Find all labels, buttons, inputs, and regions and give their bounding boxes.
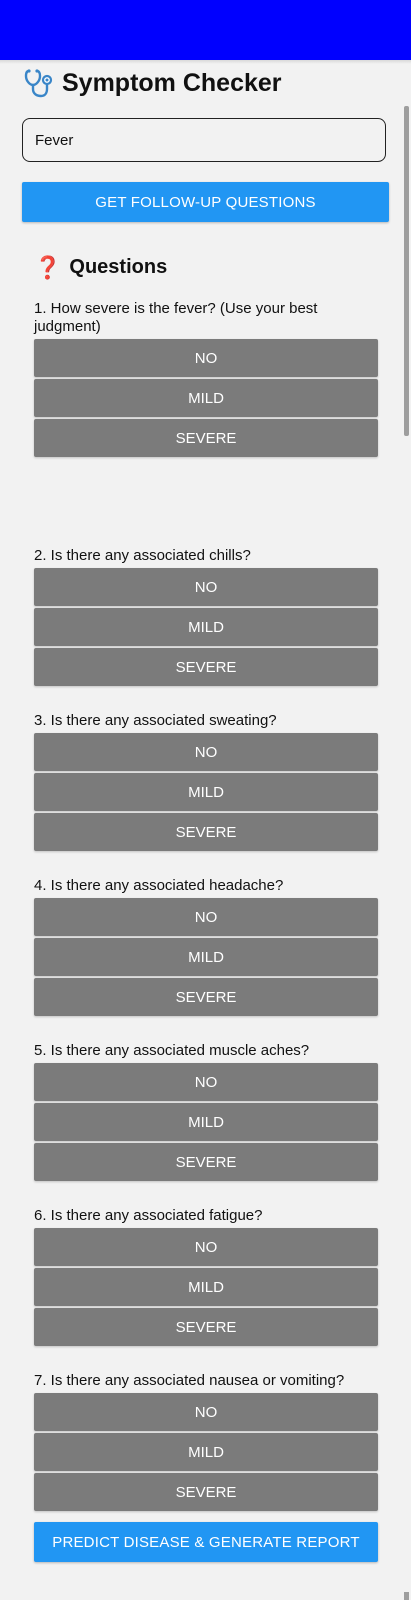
option-severe-button[interactable]: SEVERE: [34, 978, 378, 1016]
page-title: Symptom Checker: [62, 68, 282, 97]
option-mild-button[interactable]: MILD: [34, 1103, 378, 1141]
page-title-row: Symptom Checker: [22, 66, 282, 100]
option-mild-button[interactable]: MILD: [34, 608, 378, 646]
option-label: NO: [194, 1403, 218, 1421]
option-label: NO: [194, 743, 218, 761]
question-block: 5. Is there any associated muscle aches?…: [34, 1042, 378, 1183]
question-text: 3. Is there any associated sweating?: [34, 712, 277, 729]
question-text: 5. Is there any associated muscle aches?: [34, 1042, 310, 1059]
question-block: 3. Is there any associated sweating? NO …: [34, 712, 378, 853]
option-label: MILD: [188, 389, 224, 407]
questions-header: ❓ Questions: [34, 256, 167, 279]
question-block: 6. Is there any associated fatigue? NO M…: [34, 1207, 378, 1348]
option-mild-button[interactable]: MILD: [34, 1433, 378, 1471]
predict-disease-report-label: PREDICT DISEASE & GENERATE REPORT: [52, 1533, 360, 1551]
stethoscope-icon: [24, 69, 53, 98]
question-block: 2. Is there any associated chills? NO MI…: [34, 547, 378, 688]
header-shadow: [0, 60, 411, 64]
option-no-button[interactable]: NO: [34, 1063, 378, 1101]
option-no-button[interactable]: NO: [34, 1393, 378, 1431]
option-severe-button[interactable]: SEVERE: [34, 1143, 378, 1181]
option-label: SEVERE: [175, 988, 237, 1006]
questions-title: Questions: [69, 256, 168, 278]
option-label: NO: [194, 1073, 218, 1091]
option-label: MILD: [188, 783, 224, 801]
option-label: NO: [194, 349, 218, 367]
question-text: 4. Is there any associated headache?: [34, 877, 284, 894]
option-severe-button[interactable]: SEVERE: [34, 1308, 378, 1346]
option-no-button[interactable]: NO: [34, 339, 378, 377]
question-text: 1. How severe is the fever? (Use your be…: [34, 300, 318, 335]
question-text: 2. Is there any associated chills?: [34, 547, 251, 564]
symptom-input[interactable]: [22, 118, 386, 162]
option-label: SEVERE: [175, 658, 237, 676]
question-text: 6. Is there any associated fatigue?: [34, 1207, 263, 1224]
option-label: SEVERE: [175, 429, 237, 447]
predict-disease-report-button[interactable]: PREDICT DISEASE & GENERATE REPORT: [34, 1522, 378, 1562]
option-label: MILD: [188, 618, 224, 636]
option-no-button[interactable]: NO: [34, 1228, 378, 1266]
get-follow-up-questions-label: GET FOLLOW-UP QUESTIONS: [95, 193, 316, 211]
option-label: SEVERE: [175, 823, 237, 841]
option-label: SEVERE: [175, 1153, 237, 1171]
scrollbar-end: [404, 1592, 409, 1600]
option-severe-button[interactable]: SEVERE: [34, 1473, 378, 1511]
option-label: SEVERE: [175, 1483, 237, 1501]
option-label: MILD: [188, 1113, 224, 1131]
question-block: 1. How severe is the fever? (Use your be…: [34, 300, 378, 459]
option-severe-button[interactable]: SEVERE: [34, 648, 378, 686]
option-severe-button[interactable]: SEVERE: [34, 419, 378, 457]
option-label: NO: [194, 908, 218, 926]
option-label: SEVERE: [175, 1318, 237, 1336]
option-no-button[interactable]: NO: [34, 898, 378, 936]
option-label: NO: [194, 578, 218, 596]
option-label: NO: [194, 1238, 218, 1256]
option-label: MILD: [188, 1443, 224, 1461]
option-mild-button[interactable]: MILD: [34, 1268, 378, 1306]
option-severe-button[interactable]: SEVERE: [34, 813, 378, 851]
option-mild-button[interactable]: MILD: [34, 379, 378, 417]
option-no-button[interactable]: NO: [34, 733, 378, 771]
scrollbar-thumb[interactable]: [404, 106, 409, 436]
get-follow-up-questions-button[interactable]: GET FOLLOW-UP QUESTIONS: [22, 182, 389, 222]
option-mild-button[interactable]: MILD: [34, 938, 378, 976]
option-label: MILD: [188, 948, 224, 966]
question-text: 7. Is there any associated nausea or vom…: [34, 1372, 345, 1389]
question-block: 4. Is there any associated headache? NO …: [34, 877, 378, 1018]
question-mark-icon: ❓: [34, 254, 62, 280]
option-no-button[interactable]: NO: [34, 568, 378, 606]
app-header-bar: [0, 0, 411, 60]
option-label: MILD: [188, 1278, 224, 1296]
option-mild-button[interactable]: MILD: [34, 773, 378, 811]
question-block: 7. Is there any associated nausea or vom…: [34, 1372, 378, 1513]
